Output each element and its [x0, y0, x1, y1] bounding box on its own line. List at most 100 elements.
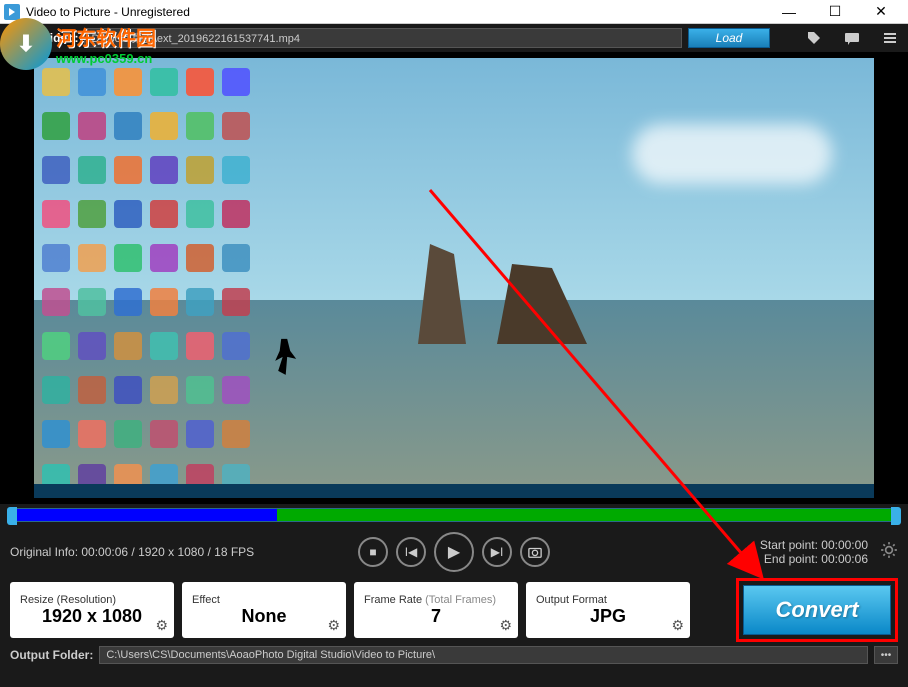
desktop-icon: [114, 244, 142, 272]
browse-folder-button[interactable]: •••: [874, 646, 898, 664]
desktop-icon: [222, 112, 250, 140]
desktop-icon: [150, 68, 178, 96]
desktop-icon: [42, 420, 70, 448]
desktop-icon: [42, 68, 70, 96]
desktop-icon: [78, 244, 106, 272]
desktop-icon: [42, 332, 70, 360]
desktop-icon: [42, 112, 70, 140]
close-button[interactable]: ✕: [858, 1, 904, 23]
load-button[interactable]: Load: [688, 28, 770, 48]
desktop-icon: [78, 376, 106, 404]
watermark: ⬇ 河东软件园 www.pc0359.cn: [0, 18, 156, 70]
playback-controls-row: Original Info: 00:00:06 / 1920 x 1080 / …: [0, 528, 908, 576]
desktop-icon: [222, 68, 250, 96]
desktop-icon: [186, 244, 214, 272]
desktop-icon: [78, 112, 106, 140]
desktop-icon: [114, 200, 142, 228]
start-point-label: Start point: 00:00:00: [760, 538, 868, 552]
desktop-icon: [114, 288, 142, 316]
desktop-icon: [186, 332, 214, 360]
framerate-settings-button[interactable]: ⚙: [499, 617, 512, 634]
effect-label: Effect: [192, 594, 336, 606]
desktop-icon: [222, 156, 250, 184]
time-settings-button[interactable]: [880, 541, 898, 564]
desktop-icon: [186, 200, 214, 228]
next-frame-button[interactable]: ▶I: [482, 537, 512, 567]
format-label: Output Format: [536, 594, 680, 606]
desktop-icon: [114, 420, 142, 448]
desktop-icon: [114, 68, 142, 96]
desktop-icon: [42, 376, 70, 404]
desktop-icon: [78, 288, 106, 316]
desktop-icon: [114, 156, 142, 184]
resize-option[interactable]: Resize (Resolution) 1920 x 1080 ⚙: [10, 582, 174, 638]
desktop-icon: [186, 156, 214, 184]
output-folder-label: Output Folder:: [10, 648, 93, 662]
prev-frame-button[interactable]: I◀: [396, 537, 426, 567]
end-point-label: End point: 00:00:06: [760, 552, 868, 566]
output-folder-row: Output Folder: C:\Users\CS\Documents\Aoa…: [0, 644, 908, 666]
desktop-icon: [42, 200, 70, 228]
desktop-icon: [78, 68, 106, 96]
convert-button[interactable]: Convert: [743, 585, 891, 635]
output-folder-input[interactable]: C:\Users\CS\Documents\AoaoPhoto Digital …: [99, 646, 868, 664]
desktop-icon: [222, 332, 250, 360]
timeline-container: [0, 504, 908, 528]
desktop-icon: [114, 332, 142, 360]
desktop-icon: [186, 376, 214, 404]
desktop-icon: [150, 200, 178, 228]
camera-icon: [528, 545, 542, 559]
desktop-icon: [150, 288, 178, 316]
resize-label: Resize (Resolution): [20, 594, 164, 606]
desktop-icon: [150, 156, 178, 184]
desktop-icon: [150, 376, 178, 404]
desktop-icon: [222, 420, 250, 448]
desktop-icon: [42, 156, 70, 184]
convert-highlight-box: Convert: [736, 578, 898, 642]
effect-value: None: [192, 606, 336, 627]
message-icon[interactable]: [844, 30, 860, 46]
desktop-icon: [78, 332, 106, 360]
desktop-icon: [114, 376, 142, 404]
desktop-icon: [186, 420, 214, 448]
snapshot-button[interactable]: [520, 537, 550, 567]
video-preview: [0, 52, 908, 504]
desktop-icon: [78, 420, 106, 448]
format-settings-button[interactable]: ⚙: [671, 617, 684, 634]
timeline-start-handle[interactable]: [7, 507, 17, 525]
desktop-icon: [150, 420, 178, 448]
video-frame: [34, 58, 874, 498]
format-option[interactable]: Output Format JPG ⚙: [526, 582, 690, 638]
stop-button[interactable]: ■: [358, 537, 388, 567]
format-value: JPG: [536, 606, 680, 627]
desktop-icon: [222, 200, 250, 228]
effect-option[interactable]: Effect None ⚙: [182, 582, 346, 638]
desktop-icon: [114, 112, 142, 140]
desktop-icon: [186, 288, 214, 316]
original-info-label: Original Info: 00:00:06 / 1920 x 1080 / …: [10, 545, 254, 559]
resize-settings-button[interactable]: ⚙: [155, 617, 168, 634]
options-row: Resize (Resolution) 1920 x 1080 ⚙ Effect…: [0, 576, 908, 644]
effect-settings-button[interactable]: ⚙: [327, 617, 340, 634]
timeline-end-handle[interactable]: [891, 507, 901, 525]
video-path-input[interactable]: D:\tools\桌面\ext_2019622161537741.mp4: [84, 28, 682, 48]
watermark-logo-icon: ⬇: [0, 18, 52, 70]
timeline-slider[interactable]: [10, 508, 898, 522]
resize-value: 1920 x 1080: [20, 606, 164, 627]
tag-icon[interactable]: [806, 30, 822, 46]
desktop-icon: [222, 376, 250, 404]
desktop-icon: [186, 112, 214, 140]
desktop-icon: [150, 332, 178, 360]
desktop-icon: [222, 288, 250, 316]
framerate-option[interactable]: Frame Rate (Total Frames) 7 ⚙: [354, 582, 518, 638]
list-icon[interactable]: [882, 30, 898, 46]
desktop-icon: [42, 244, 70, 272]
maximize-button[interactable]: ☐: [812, 1, 858, 23]
watermark-text-url: www.pc0359.cn: [56, 51, 156, 66]
gear-icon: [880, 541, 898, 559]
play-button[interactable]: ▶: [434, 532, 474, 572]
desktop-icon: [42, 288, 70, 316]
framerate-value: 7: [364, 606, 508, 627]
desktop-icon: [150, 112, 178, 140]
minimize-button[interactable]: —: [766, 1, 812, 23]
